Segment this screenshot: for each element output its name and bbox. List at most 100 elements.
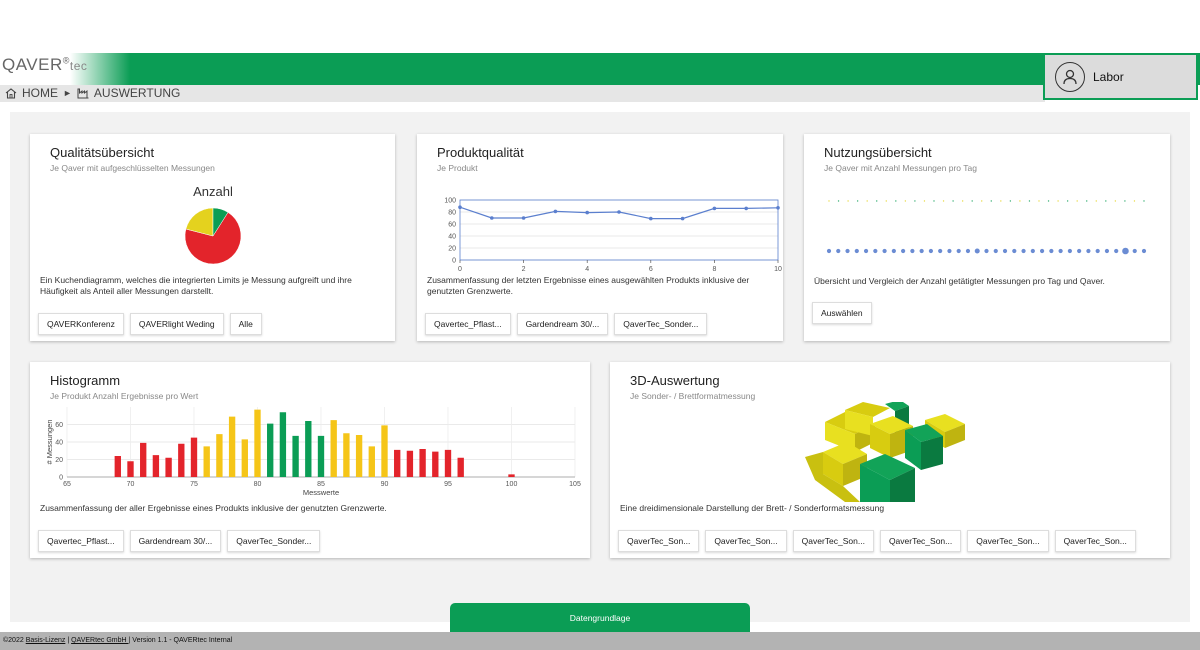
usage-dot	[947, 248, 952, 254]
card-title: Histogramm	[50, 373, 121, 388]
usage-dot	[965, 248, 971, 254]
home-icon[interactable]	[5, 87, 17, 99]
qaver-select-button[interactable]: Alle	[229, 313, 262, 335]
usage-dot	[923, 200, 926, 202]
measurement-select-button[interactable]: QaverTec_Son...	[705, 530, 787, 552]
usage-dot	[974, 248, 980, 254]
usage-dot	[1132, 248, 1137, 254]
card-subtitle: Je Qaver mit aufgeschlüsselten Messungen	[50, 163, 215, 173]
user-menu[interactable]: Labor	[1043, 53, 1198, 100]
histogram-bar	[381, 425, 388, 477]
histogram-bar	[406, 450, 414, 477]
product-select-button[interactable]: QaverTec_Sonder...	[614, 313, 708, 335]
histogram-bar	[165, 457, 172, 477]
x-tick-label: 4	[585, 266, 589, 273]
usage-dot	[1124, 200, 1126, 202]
histogram-bar	[228, 416, 236, 477]
usage-dot	[1133, 200, 1136, 202]
card-subtitle: Je Produkt	[437, 163, 478, 173]
usage-dot	[1019, 200, 1021, 202]
y-tick-label: 0	[452, 258, 456, 265]
y-tick-label: 40	[55, 440, 63, 447]
card-title: 3D-Auswertung	[630, 373, 720, 388]
measurement-select-button[interactable]: QaverTec_Son...	[967, 530, 1049, 552]
data-point	[776, 206, 780, 210]
qaver-select-button[interactable]: QAVERKonferenz	[38, 313, 124, 335]
usage-dot	[1104, 248, 1110, 254]
usage-dot	[914, 200, 916, 202]
usage-dot	[1039, 248, 1045, 254]
usage-dot	[1057, 200, 1059, 202]
breadcrumb-home[interactable]: HOME	[22, 86, 58, 100]
qavertec-logo[interactable]: QAVER®tec	[2, 55, 87, 75]
product-select-button[interactable]: Qavertec_Pflast...	[38, 530, 124, 552]
usage-dot	[928, 248, 934, 254]
x-tick-label: 65	[63, 481, 71, 488]
data-point	[712, 206, 717, 211]
usage-dot	[895, 200, 897, 202]
usage-dot	[1076, 200, 1078, 202]
usage-dot	[952, 200, 954, 202]
usage-dot	[863, 248, 869, 254]
usage-dot	[1021, 248, 1026, 254]
usage-dot	[882, 248, 887, 254]
usage-dot	[876, 200, 878, 202]
card-subtitle: Je Qaver mit Anzahl Messungen pro Tag	[824, 163, 977, 173]
histogram-bar	[419, 449, 426, 477]
x-tick-label: 75	[190, 481, 198, 488]
histogram-bar	[432, 451, 439, 477]
product-select-button[interactable]: Qavertec_Pflast...	[425, 313, 511, 335]
measurement-select-button[interactable]: QaverTec_Son...	[792, 530, 874, 552]
histogram-bar	[394, 449, 401, 477]
company-link[interactable]: QAVERtec GmbH	[71, 637, 128, 644]
product-select-button[interactable]: Gardendream 30/...	[516, 313, 609, 335]
usage-dot	[1077, 248, 1082, 254]
usage-dot	[1047, 200, 1050, 202]
select-button[interactable]: Auswählen	[812, 302, 872, 324]
card-subtitle: Je Sonder- / Brettformatmessung	[630, 391, 756, 401]
card-description: Eine dreidimensionale Darstellung der Br…	[620, 503, 885, 513]
x-tick-label: 100	[506, 481, 518, 488]
measurement-select-button[interactable]: QaverTec_Son...	[618, 530, 700, 552]
usage-dot	[873, 248, 878, 254]
user-avatar	[1055, 61, 1085, 92]
data-point	[490, 216, 494, 220]
histogram-bar	[178, 443, 185, 477]
usage-dot	[981, 200, 983, 202]
histogram-bar	[444, 449, 452, 477]
usage-dot	[856, 200, 859, 202]
histogram-bar	[254, 409, 261, 477]
histogram-bar	[305, 421, 312, 477]
datengrundlage-button[interactable]: Datengrundlage	[450, 603, 750, 632]
usage-dot	[933, 200, 935, 202]
usage-dot	[1095, 248, 1100, 254]
qaver-select-button[interactable]: QAVERlight Weding	[129, 313, 224, 335]
usage-dot	[1038, 200, 1040, 202]
card-title: Qualitätsübersicht	[50, 145, 155, 160]
pie-chart: Anzahl	[184, 184, 242, 265]
footer-text: ©2022 Basis-Lizenz | QAVERtec GmbH | Ver…	[3, 637, 233, 644]
card-quality-overview: Qualitätsübersicht Je Qaver mit aufgesch…	[30, 134, 395, 341]
card-description: Zusammenfassung der aller Ergebnisse ein…	[40, 503, 387, 513]
button-row: QAVERKonferenz QAVERlight Weding Alle	[38, 313, 262, 335]
card-3d-evaluation: 3D-Auswertung Je Sonder- / Brettformatme…	[610, 362, 1170, 558]
usage-dot	[1114, 200, 1117, 202]
button-row: Auswählen	[812, 302, 872, 324]
data-point	[458, 205, 462, 209]
card-title: Nutzungsübersicht	[824, 145, 932, 160]
usage-dot	[866, 200, 868, 202]
measurement-select-button[interactable]: QaverTec_Son...	[879, 530, 962, 552]
usage-dot	[828, 200, 830, 202]
line-chart: 0 20 40 60 80 100 0 2 4 6 8 10	[444, 198, 782, 274]
card-subtitle: Je Produkt Anzahl Ergebnisse pro Wert	[50, 391, 199, 401]
measurement-select-button[interactable]: QaverTec_Son...	[1054, 530, 1136, 552]
product-select-button[interactable]: QaverTec_Sonder...	[227, 530, 321, 552]
card-description: Ein Kuchendiagramm, welches die integrie…	[40, 275, 352, 296]
breadcrumb-current: AUSWERTUNG	[93, 86, 181, 100]
product-select-button[interactable]: Gardendream 30/...	[129, 530, 222, 552]
usage-dot	[837, 200, 840, 202]
usage-dot	[1009, 200, 1012, 202]
license-link[interactable]: Basis-Lizenz	[26, 637, 66, 644]
breadcrumb-separator: ►	[63, 88, 72, 98]
usage-dot	[854, 248, 859, 254]
